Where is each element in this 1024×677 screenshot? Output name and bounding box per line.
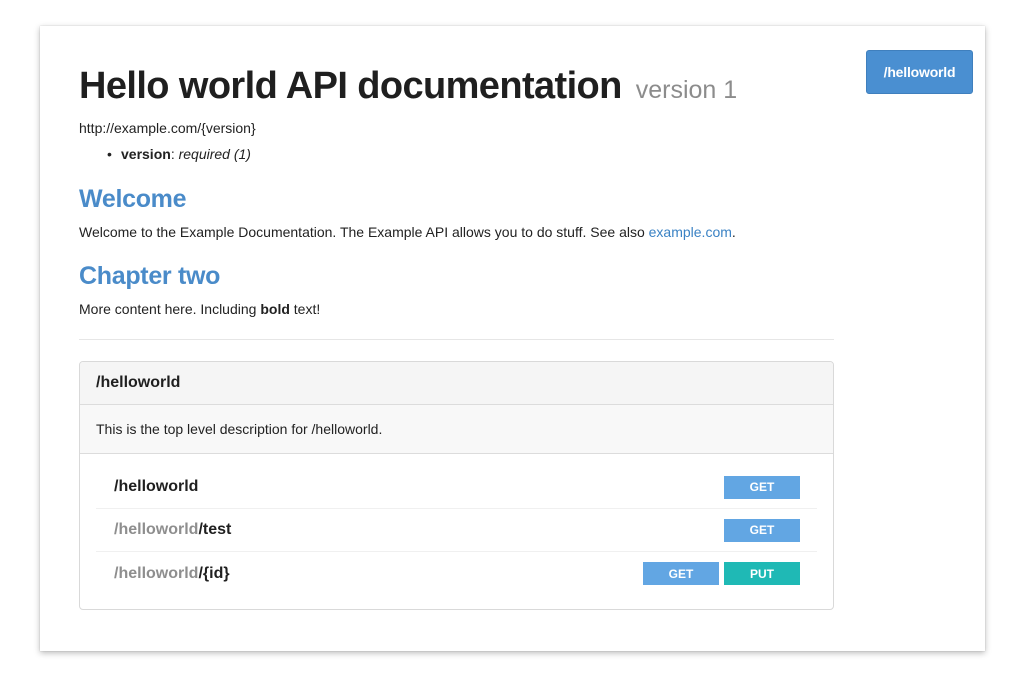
bullet-icon: • (107, 146, 112, 162)
chapter-text-bold: bold (260, 301, 290, 317)
get-button[interactable]: GET (724, 475, 800, 499)
get-button[interactable]: GET (724, 518, 800, 542)
resource-path: /helloworld/test (114, 521, 231, 539)
chapter-text-before: More content here. Including (79, 301, 261, 317)
welcome-text: Welcome to the Example Documentation. Th… (79, 224, 834, 240)
nav-helloworld-button[interactable]: /helloworld (866, 50, 973, 94)
get-button[interactable]: GET (643, 562, 719, 585)
welcome-heading: Welcome (79, 185, 187, 213)
resource-path: /helloworld/{id} (114, 565, 230, 583)
divider (79, 339, 834, 340)
chapter-two-text: More content here. Including bold text! (79, 301, 834, 317)
resource-row-test: /helloworld/test GET (96, 509, 817, 552)
welcome-text-body: Welcome to the Example Documentation. Th… (79, 224, 649, 240)
put-button[interactable]: PUT (724, 562, 800, 585)
parameter-item: • version: required (1) (107, 146, 251, 162)
parameter-value: required (1) (178, 146, 251, 162)
parameter-list: • version: required (1) (107, 146, 834, 162)
document-page: /helloworld Hello world API documentatio… (40, 26, 985, 651)
welcome-text-end: . (731, 224, 736, 240)
resource-path-name: /helloworld (114, 478, 199, 495)
resource-path: /helloworld (114, 478, 198, 496)
base-uri: http://example.com/{version} (79, 120, 256, 136)
resource-description: This is the top level description for /h… (80, 405, 833, 454)
chapter-two-heading: Chapter two (79, 262, 221, 290)
chapter-text-after: text! (289, 301, 321, 317)
resource-path-name: /{id} (198, 564, 230, 582)
resource-list: /helloworld GET /helloworld/test GET /he… (80, 454, 833, 609)
example-link[interactable]: example.com (649, 224, 732, 240)
resource-panel: /helloworld This is the top level descri… (79, 361, 834, 610)
method-buttons: GET (724, 475, 800, 499)
resource-row-helloworld: /helloworld GET (96, 466, 817, 509)
resource-path-name: /test (198, 521, 232, 538)
method-buttons: GET PUT (643, 562, 800, 585)
resource-path-prefix: /helloworld (114, 521, 199, 538)
resource-row-id: /helloworld/{id} GET PUT (96, 552, 817, 595)
resource-panel-title: /helloworld (80, 362, 833, 405)
main-content: Hello world API documentation version 1 … (79, 62, 834, 610)
version-label: version 1 (635, 76, 738, 104)
parameter-name: version (121, 146, 171, 162)
resource-path-prefix: /helloworld (114, 564, 199, 582)
method-buttons: GET (724, 518, 800, 542)
page-title: Hello world API documentation version 1 (79, 62, 834, 114)
page-title-text: Hello world API documentation (79, 65, 622, 107)
